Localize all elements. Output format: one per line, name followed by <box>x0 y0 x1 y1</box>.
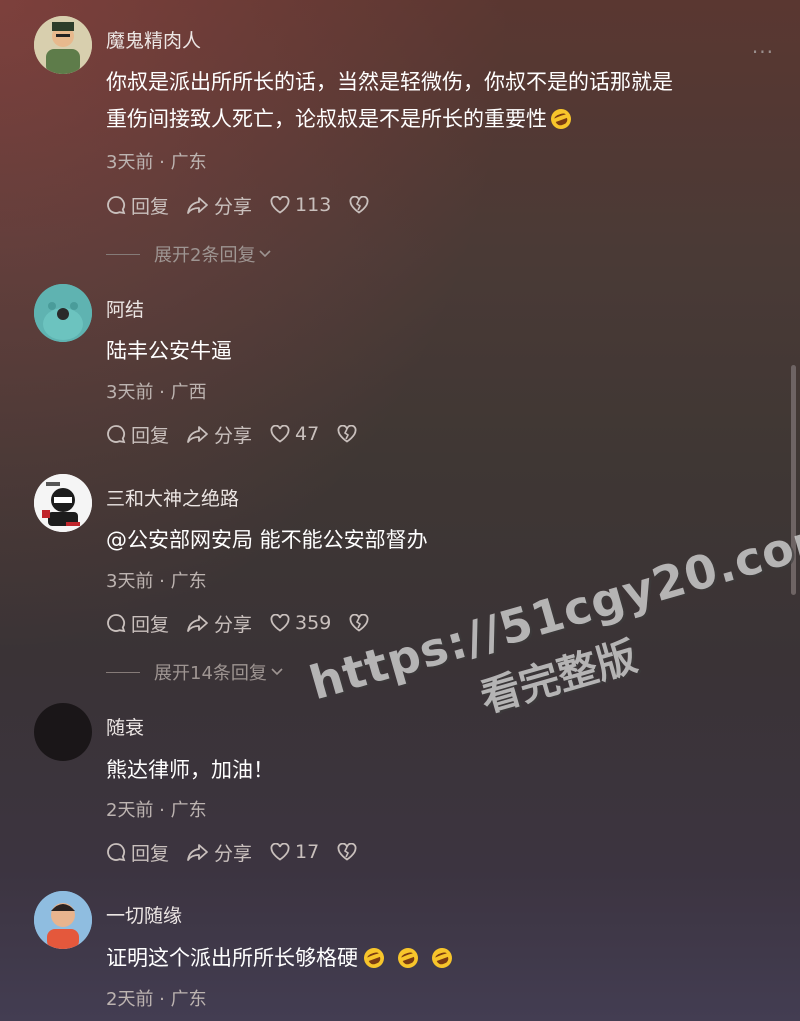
action-bar: 回复 分享 47 <box>106 420 380 448</box>
timestamp-location: 3天前 · 广东 <box>106 571 207 592</box>
comment-text: 熊达律师，加油！ <box>106 758 274 782</box>
chevron-down-icon <box>271 668 283 676</box>
share-arrow-icon <box>187 197 208 214</box>
reply-bubble-icon <box>107 843 126 862</box>
divider-line <box>106 253 140 255</box>
comment-text-line: 你叔是派出所所长的话，当然是轻微伤，你叔不是的话那就是 <box>106 70 673 94</box>
share-button[interactable]: 分享 <box>187 839 252 866</box>
like-button[interactable]: 113 <box>270 194 331 216</box>
reply-bubble-icon <box>107 196 126 215</box>
reply-button[interactable]: 回复 <box>106 839 169 866</box>
share-button[interactable]: 分享 <box>187 192 252 219</box>
share-button[interactable]: 分享 <box>187 610 252 637</box>
share-label: 分享 <box>214 842 253 865</box>
more-dots-icon[interactable]: ··· <box>752 40 774 64</box>
rofl-emoji <box>361 945 387 971</box>
comment-text: 陆丰公安牛逼 <box>106 339 232 363</box>
avatar[interactable] <box>34 474 92 532</box>
expand-label: 展开2条回复 <box>154 245 256 266</box>
share-label: 分享 <box>214 424 253 447</box>
reply-label: 回复 <box>131 842 170 865</box>
heart-icon <box>270 196 290 214</box>
rofl-emoji <box>395 945 421 971</box>
avatar[interactable] <box>34 891 92 949</box>
action-bar: 回复 分享 359 <box>106 609 392 637</box>
like-button[interactable]: 359 <box>270 612 331 634</box>
like-count: 17 <box>295 841 320 863</box>
share-label: 分享 <box>214 195 253 218</box>
dislike-button[interactable] <box>337 843 362 861</box>
share-arrow-icon <box>187 615 208 632</box>
username[interactable]: 一切随缘 <box>106 901 182 928</box>
share-arrow-icon <box>187 844 208 861</box>
like-count: 359 <box>295 612 332 634</box>
reply-bubble-icon <box>107 425 126 444</box>
watermark: https://51cgy20.com 看完整版 <box>304 507 800 768</box>
divider-line <box>106 671 140 673</box>
heart-icon <box>270 614 290 632</box>
share-label: 分享 <box>214 613 253 636</box>
username[interactable]: 随衰 <box>106 713 144 740</box>
broken-heart-icon <box>349 614 369 632</box>
timestamp-location: 3天前 · 广东 <box>106 152 207 173</box>
expand-replies-button[interactable]: 展开2条回复 <box>106 241 272 267</box>
reply-bubble-icon <box>107 614 126 633</box>
rofl-emoji <box>429 945 455 971</box>
reply-label: 回复 <box>131 195 170 218</box>
avatar[interactable] <box>34 284 92 342</box>
avatar[interactable] <box>34 703 92 761</box>
reply-label: 回复 <box>131 424 170 447</box>
timestamp-location: 2天前 · 广东 <box>106 989 207 1010</box>
rofl-emoji <box>548 106 574 132</box>
reply-label: 回复 <box>131 613 170 636</box>
like-count: 113 <box>295 194 332 216</box>
reply-button[interactable]: 回复 <box>106 192 169 219</box>
broken-heart-icon <box>337 425 357 443</box>
share-button[interactable]: 分享 <box>187 421 252 448</box>
dislike-button[interactable] <box>337 425 362 443</box>
like-count: 47 <box>295 423 320 445</box>
comment-text-content: 证明这个派出所所长够格硬 <box>106 946 358 970</box>
like-button[interactable]: 17 <box>270 841 319 863</box>
comment-text: 你叔是派出所所长的话，当然是轻微伤，你叔不是的话那就是 重伤间接致人死亡，论叔叔… <box>106 64 776 138</box>
avatar[interactable] <box>34 16 92 74</box>
action-bar: 回复 分享 17 <box>106 838 380 866</box>
timestamp-location: 3天前 · 广西 <box>106 382 207 403</box>
share-arrow-icon <box>187 426 208 443</box>
dislike-button[interactable] <box>349 196 374 214</box>
heart-icon <box>270 425 290 443</box>
expand-replies-button[interactable]: 展开14条回复 <box>106 659 284 685</box>
username[interactable]: 魔鬼精肉人 <box>106 26 201 53</box>
dislike-button[interactable] <box>349 614 374 632</box>
heart-icon <box>270 843 290 861</box>
action-bar: 回复 分享 113 <box>106 191 392 219</box>
broken-heart-icon <box>337 843 357 861</box>
timestamp-location: 2天前 · 广东 <box>106 800 207 821</box>
broken-heart-icon <box>349 196 369 214</box>
comment-text: 证明这个派出所所长够格硬 <box>106 940 776 977</box>
reply-button[interactable]: 回复 <box>106 610 169 637</box>
chevron-down-icon <box>259 250 272 258</box>
reply-button[interactable]: 回复 <box>106 421 169 448</box>
like-button[interactable]: 47 <box>270 423 319 445</box>
expand-label: 展开14条回复 <box>154 663 267 684</box>
username[interactable]: 三和大神之绝路 <box>106 484 239 511</box>
username[interactable]: 阿结 <box>106 295 144 322</box>
comment-text-line: 重伤间接致人死亡，论叔叔是不是所长的重要性 <box>106 107 547 131</box>
